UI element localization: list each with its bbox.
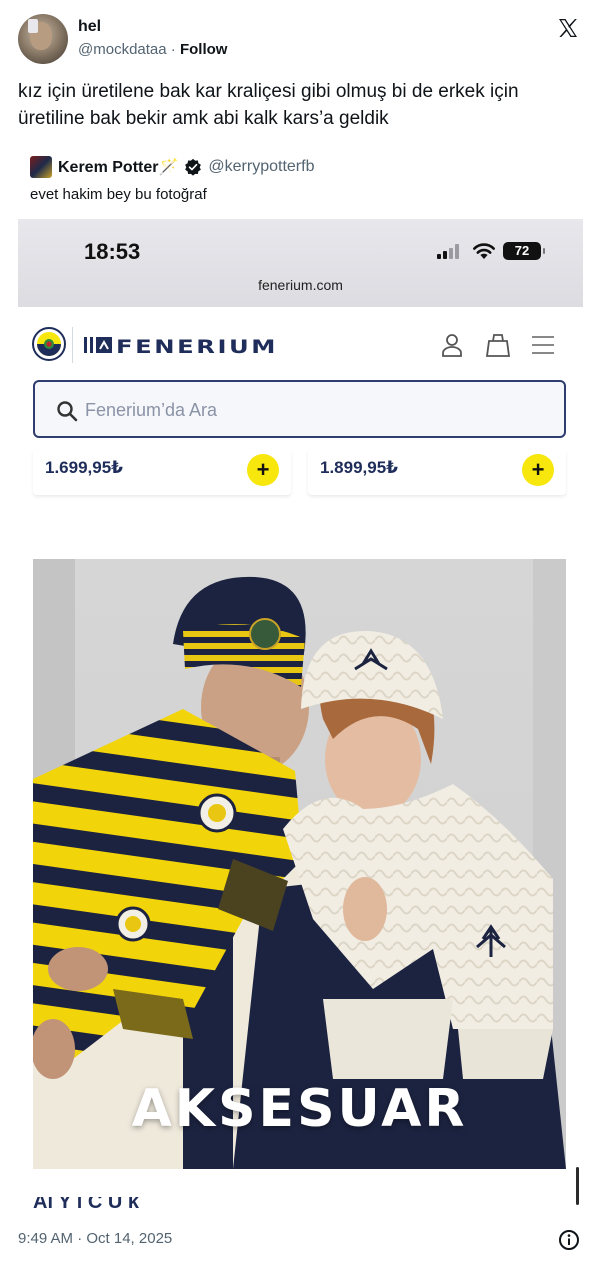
tweet-header: hel @mockdataa · Follow — [18, 12, 584, 66]
tweet-timestamp[interactable]: 9:49 AM · Oct 14, 2025 — [18, 1230, 172, 1247]
author-handle-line: @mockdataa · Follow — [78, 41, 227, 58]
attached-screenshot[interactable]: 18:53 72 fenerium.com FENERIUM Fenerium’… — [18, 219, 583, 1209]
site-header: FENERIUM — [18, 319, 583, 371]
menu-icon[interactable] — [529, 331, 557, 359]
product-price: 1.899,95₺ — [320, 458, 399, 477]
quoted-tweet-text: evet hakim bey bu fotoğraf — [30, 186, 207, 203]
shopping-bag-icon[interactable] — [484, 331, 512, 359]
add-to-cart-button[interactable]: + — [247, 454, 279, 486]
follow-button[interactable]: Follow — [180, 41, 228, 58]
header-divider — [72, 327, 73, 363]
system-icons: 72 — [437, 242, 545, 260]
quoted-author-name[interactable]: Kerem Potter🪄 — [58, 157, 178, 177]
product-price: 1.699,95₺ — [45, 458, 124, 477]
add-to-cart-button[interactable]: + — [522, 454, 554, 486]
accessories-banner[interactable]: AKSESUAR — [33, 559, 566, 1169]
quoted-tweet-header[interactable]: Kerem Potter🪄 @kerrypotterfb — [30, 156, 314, 178]
cut-off-text-content: Al Y i C Ü k — [33, 1197, 139, 1209]
club-crest-icon[interactable] — [32, 327, 66, 361]
signal-icon — [437, 244, 459, 259]
x-logo-icon[interactable] — [556, 16, 580, 40]
search-placeholder: Fenerium’da Ara — [85, 400, 218, 420]
site-name: FENERIUM — [116, 336, 278, 357]
fenerium-logo[interactable]: FENERIUM — [82, 333, 282, 357]
product-row: 1.699,95₺ + 1.899,95₺ + — [33, 449, 568, 495]
banner-photo — [33, 559, 566, 1169]
author-avatar[interactable] — [18, 14, 68, 64]
product-card[interactable]: 1.699,95₺ + — [33, 449, 291, 495]
banner-title: AKSESUAR — [131, 1079, 468, 1139]
phone-status-bar: 18:53 72 fenerium.com — [18, 219, 583, 307]
browser-url[interactable]: fenerium.com — [18, 277, 583, 293]
author-handle[interactable]: @mockdataa — [78, 41, 167, 58]
product-card[interactable]: 1.899,95₺ + — [308, 449, 566, 495]
handle-separator: · — [166, 41, 180, 58]
info-icon[interactable] — [558, 1229, 580, 1251]
author-display-name[interactable]: hel — [78, 18, 101, 36]
battery-indicator: 72 — [503, 242, 545, 260]
quoted-author-handle[interactable]: @kerrypotterfb — [208, 158, 314, 176]
verified-badge-icon — [185, 158, 202, 176]
search-icon — [57, 401, 78, 422]
tweet-text: kız için üretilene bak kar kraliçesi gib… — [18, 81, 519, 129]
page-scrollbar[interactable] — [576, 1167, 579, 1205]
cut-off-text: Al Y i C Ü k — [33, 1197, 139, 1209]
wifi-icon — [473, 243, 495, 259]
quoted-author-avatar[interactable] — [30, 156, 52, 178]
phone-clock: 18:53 — [84, 239, 141, 264]
site-search-input[interactable]: Fenerium’da Ara — [33, 380, 566, 438]
user-icon[interactable] — [438, 331, 466, 359]
